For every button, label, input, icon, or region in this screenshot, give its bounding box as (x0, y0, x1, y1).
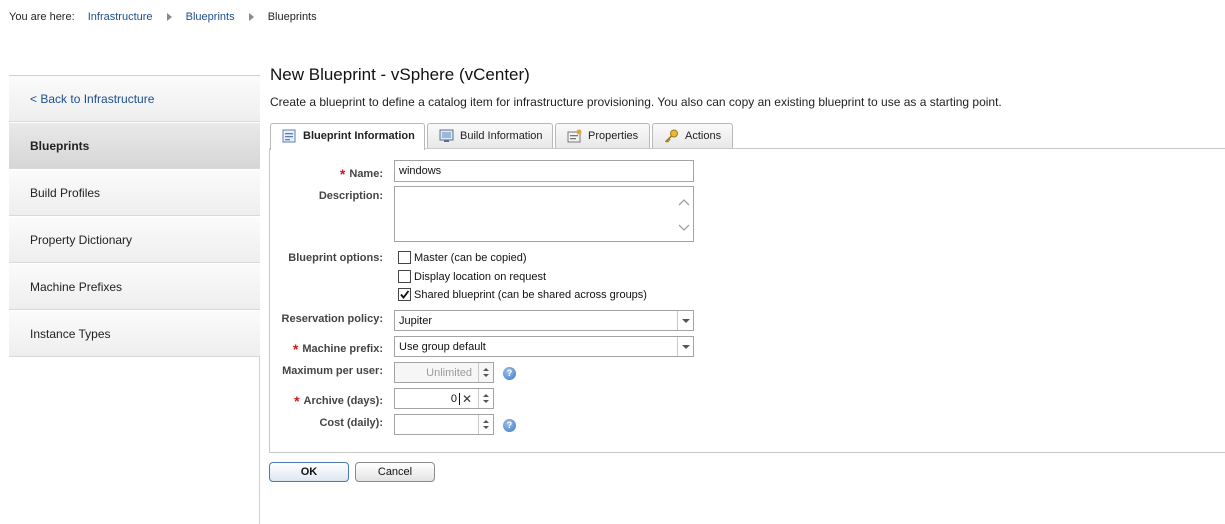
breadcrumb-separator-icon (166, 13, 172, 21)
reservation-policy-label: Reservation policy: (281, 313, 383, 325)
spinner-icon[interactable] (478, 415, 493, 434)
text-cursor (459, 393, 460, 405)
cancel-button[interactable]: Cancel (355, 462, 435, 482)
display-location-checkbox[interactable] (398, 270, 411, 283)
master-checkbox[interactable] (398, 251, 411, 264)
sidebar-item-build-profiles[interactable]: Build Profiles (9, 169, 260, 216)
machine-prefix-select[interactable]: Use group default (394, 336, 694, 357)
tab-properties[interactable]: Properties (555, 123, 650, 149)
tab-label: Build Information (460, 130, 543, 142)
breadcrumb-prefix: You are here: (9, 11, 75, 23)
breadcrumb-current: Blueprints (267, 11, 317, 23)
left-nav: < Back to Infrastructure Blueprints Buil… (9, 75, 260, 524)
tab-build-information[interactable]: Build Information (427, 123, 553, 149)
required-asterisk-icon: * (294, 393, 300, 409)
name-label: * Name: (339, 166, 383, 182)
display-location-checkbox-label: Display location on request (414, 271, 547, 283)
shared-blueprint-checkbox-label: Shared blueprint (can be shared across g… (414, 289, 647, 301)
tab-actions[interactable]: Actions (652, 123, 733, 149)
breadcrumb-link-infrastructure[interactable]: Infrastructure (88, 10, 153, 24)
master-checkbox-label: Master (can be copied) (414, 252, 527, 264)
breadcrumb-separator-icon (248, 13, 254, 21)
shared-blueprint-checkbox[interactable] (398, 288, 411, 301)
build-info-icon (439, 129, 454, 142)
required-asterisk-icon: * (339, 166, 346, 182)
clear-x-icon[interactable]: ✕ (462, 389, 472, 409)
sidebar-item-machine-prefixes[interactable]: Machine Prefixes (9, 263, 260, 310)
tab-label: Blueprint Information (303, 130, 415, 142)
page-title: New Blueprint - vSphere (vCenter) (270, 65, 530, 84)
key-icon (664, 129, 678, 143)
spinner-icon[interactable] (478, 389, 493, 408)
help-icon[interactable]: ? (503, 367, 516, 380)
checkmark-icon (400, 290, 410, 299)
tab-label: Properties (588, 130, 639, 142)
archive-days-label: * Archive (days): (294, 393, 383, 409)
description-label: Description: (318, 190, 383, 202)
textarea-scroll-arrows-icon[interactable] (678, 197, 690, 233)
spinner-icon[interactable] (478, 363, 493, 382)
tab-blueprint-information[interactable]: Blueprint Information (270, 123, 425, 150)
name-input[interactable]: windows (394, 160, 694, 182)
cost-daily-input[interactable] (394, 414, 494, 435)
archive-days-input[interactable]: 0 ✕ (394, 388, 494, 409)
breadcrumb: You are here: Infrastructure Blueprints … (9, 10, 317, 24)
page-subtitle: Create a blueprint to define a catalog i… (270, 95, 1002, 109)
machine-prefix-label: * Machine prefix: (292, 341, 383, 357)
breadcrumb-link-blueprints[interactable]: Blueprints (186, 10, 235, 24)
required-asterisk-icon: * (292, 341, 299, 357)
description-textarea[interactable] (394, 186, 694, 242)
cost-daily-label: Cost (daily): (319, 417, 383, 429)
tab-label: Actions (685, 130, 722, 142)
help-icon[interactable]: ? (503, 419, 516, 432)
maximum-per-user-input[interactable]: Unlimited (394, 362, 494, 383)
ok-button[interactable]: OK (269, 462, 349, 482)
chevron-down-icon[interactable] (677, 337, 693, 356)
blueprint-options-label: Blueprint options: (288, 252, 383, 264)
blueprint-info-icon (282, 129, 296, 143)
reservation-policy-select[interactable]: Jupiter (394, 310, 694, 331)
maximum-per-user-label: Maximum per user: (282, 365, 383, 377)
sidebar-item-blueprints[interactable]: Blueprints (9, 122, 260, 169)
sidebar-item-instance-types[interactable]: Instance Types (9, 310, 260, 357)
properties-icon (567, 129, 582, 143)
sidebar-item-property-dictionary[interactable]: Property Dictionary (9, 216, 260, 263)
chevron-down-icon[interactable] (677, 311, 693, 330)
back-to-infrastructure-link[interactable]: < Back to Infrastructure (9, 75, 260, 122)
